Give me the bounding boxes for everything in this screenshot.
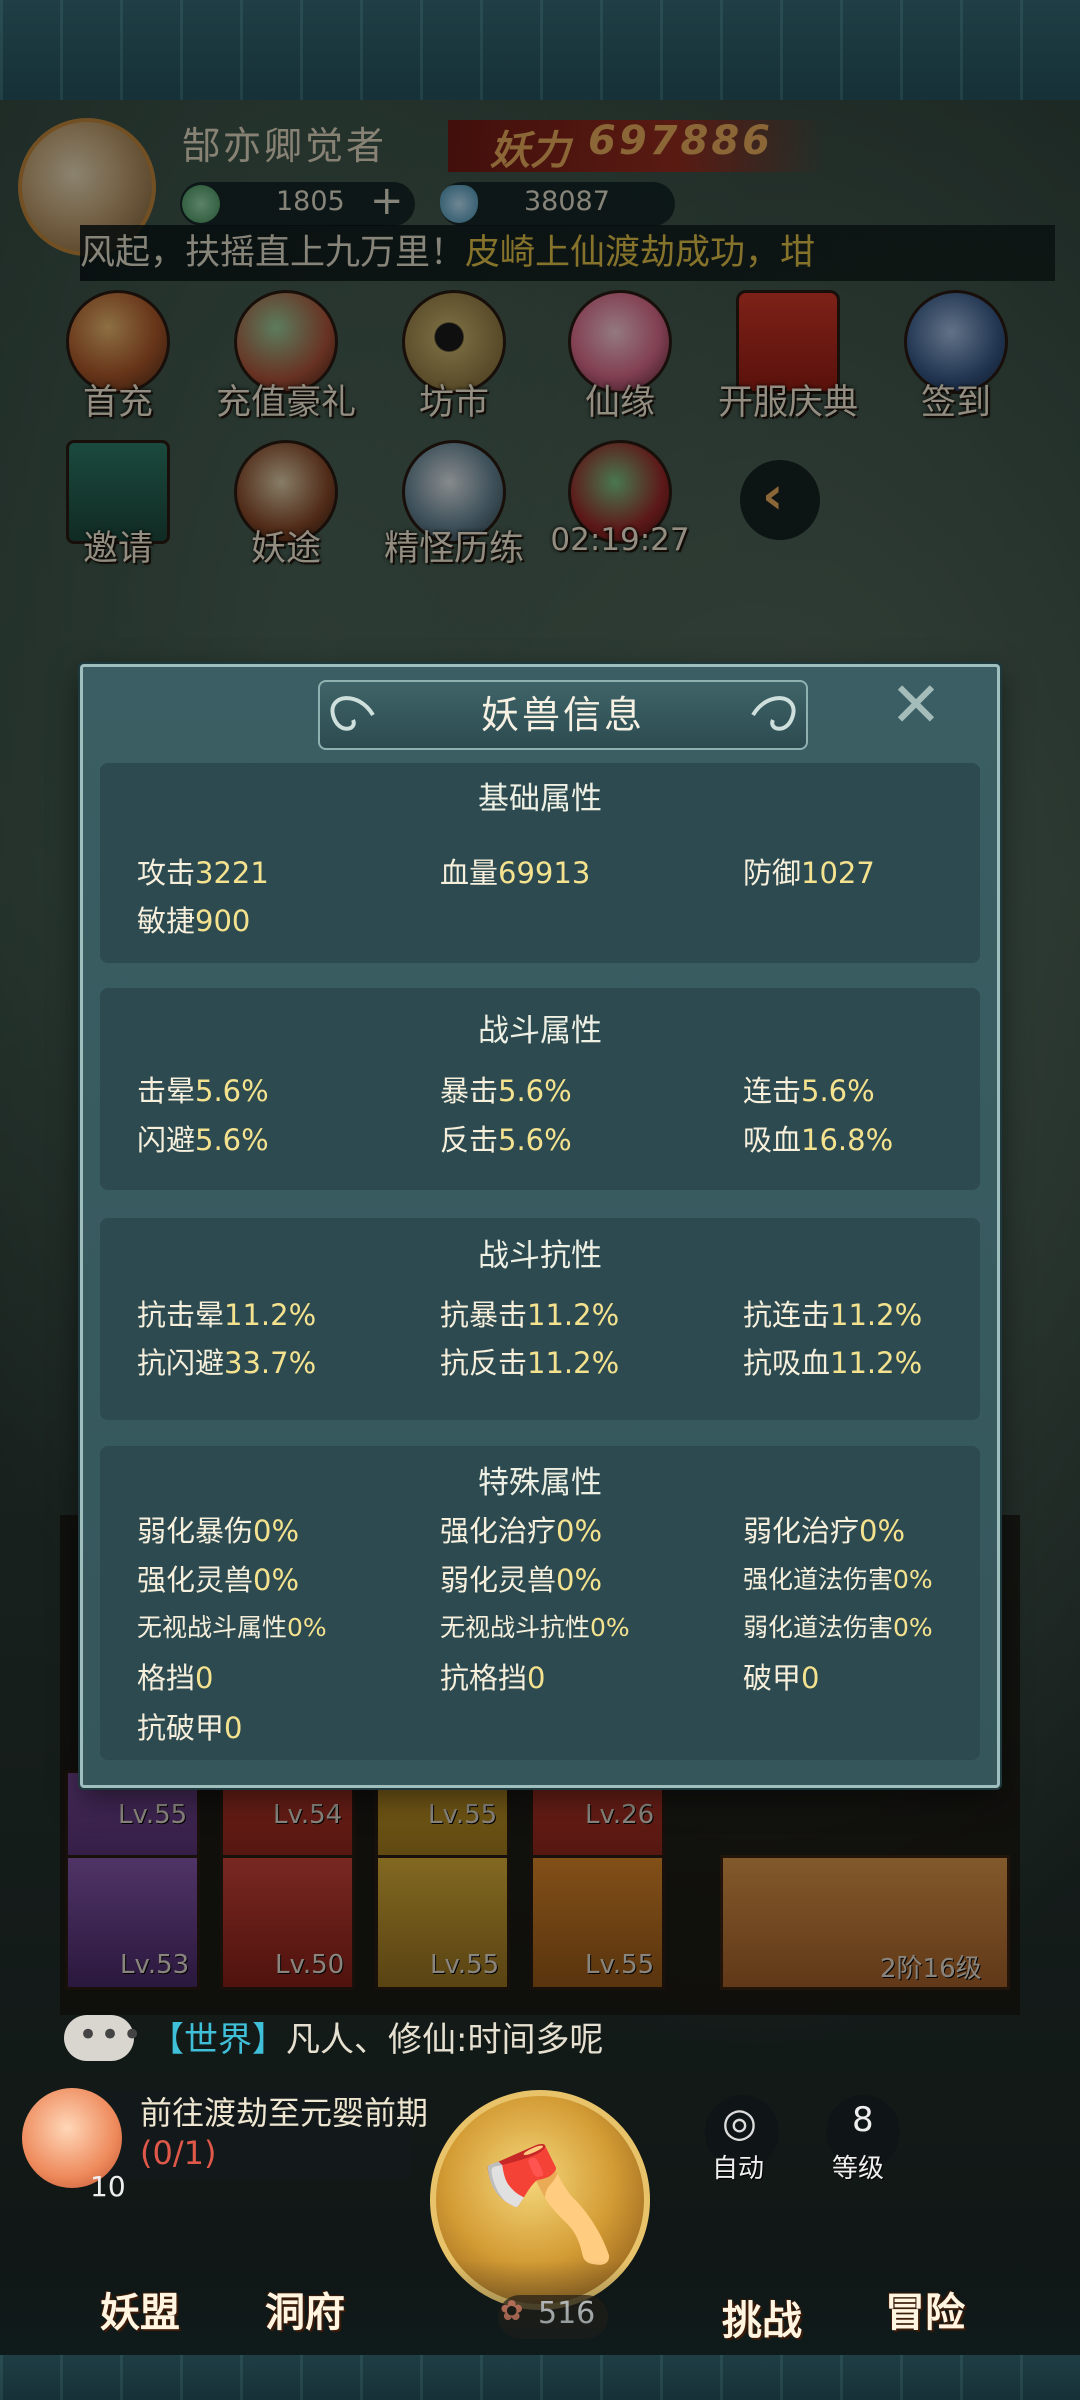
attr-combo: 连击5.6% xyxy=(743,1074,875,1108)
chat-line[interactable]: 【世界】凡人、修仙:时间多呢 xyxy=(150,2012,603,2061)
nav-challenge[interactable]: 挑战 xyxy=(722,2288,802,2346)
attr-armor-break: 破甲0 xyxy=(743,1661,820,1695)
level-label: 等级 xyxy=(832,2154,885,2184)
attr-dodge: 闪避5.6% xyxy=(137,1123,269,1157)
attr-anti-block: 抗格挡0 xyxy=(440,1661,546,1695)
quest-progress: (0/1) xyxy=(140,2134,217,2172)
attr-ignore-combat-attr: 无视战斗属性0% xyxy=(137,1613,327,1642)
peach-count: 10 xyxy=(90,2170,126,2203)
chat-button[interactable]: ••• xyxy=(64,2015,142,2061)
swirl-icon: ◎ xyxy=(722,2100,757,2146)
chat-dots-icon: ••• xyxy=(78,2015,145,2055)
attr-block: 格挡0 xyxy=(137,1661,214,1695)
attr-anti-crit: 抗暴击11.2% xyxy=(440,1298,620,1332)
top-decor-band xyxy=(0,0,1080,100)
section-title: 特殊属性 xyxy=(478,1465,602,1501)
attr-defense: 防御1027 xyxy=(743,856,875,890)
attr-weaken-crit-dmg: 弱化暴伤0% xyxy=(137,1514,300,1548)
dialog-title: 妖兽信息 xyxy=(480,693,645,737)
attr-hp: 血量69913 xyxy=(440,856,591,890)
attr-counter: 反击5.6% xyxy=(440,1123,572,1157)
attr-enhance-spirit-beast: 强化灵兽0% xyxy=(137,1563,300,1597)
attr-enhance-heal: 强化治疗0% xyxy=(440,1514,603,1548)
section-title: 战斗属性 xyxy=(478,1013,602,1049)
attr-weaken-dao-dmg: 弱化道法伤害0% xyxy=(743,1613,933,1642)
attr-stun: 击晕5.6% xyxy=(137,1074,269,1108)
attr-anti-combo: 抗连击11.2% xyxy=(743,1298,923,1332)
attr-ignore-combat-resist: 无视战斗抗性0% xyxy=(440,1613,630,1642)
auto-label: 自动 xyxy=(712,2154,765,2184)
close-icon[interactable]: ✕ xyxy=(890,668,942,741)
attr-weaken-spirit-beast: 弱化灵兽0% xyxy=(440,1563,603,1597)
attr-crit: 暴击5.6% xyxy=(440,1074,572,1108)
section-title: 战斗抗性 xyxy=(478,1238,602,1274)
attr-anti-armor-break: 抗破甲0 xyxy=(137,1711,243,1745)
attr-agility: 敏捷900 xyxy=(137,904,251,938)
chat-message: 凡人、修仙:时间多呢 xyxy=(286,2020,604,2060)
attr-weaken-heal: 弱化治疗0% xyxy=(743,1514,906,1548)
nav-alliance[interactable]: 妖盟 xyxy=(100,2280,180,2338)
level-value: 8 xyxy=(852,2100,874,2140)
bottom-decor-band xyxy=(0,2355,1080,2400)
quest-text: 前往渡劫至元婴前期(0/1) xyxy=(140,2093,440,2173)
quest-description: 前往渡劫至元婴前期 xyxy=(140,2094,429,2132)
section-title: 基础属性 xyxy=(478,781,602,817)
attr-anti-dodge: 抗闪避33.7% xyxy=(137,1346,317,1380)
nav-adventure[interactable]: 冒险 xyxy=(885,2280,965,2338)
attr-anti-counter: 抗反击11.2% xyxy=(440,1346,620,1380)
attr-anti-lifesteal: 抗吸血11.2% xyxy=(743,1346,923,1380)
attr-attack: 攻击3221 xyxy=(137,856,269,890)
axe-icon: 🪓 xyxy=(480,2140,617,2268)
chat-channel: 【世界】 xyxy=(150,2020,286,2060)
attr-enhance-dao-dmg: 强化道法伤害0% xyxy=(743,1565,933,1594)
nav-cave[interactable]: 洞府 xyxy=(265,2280,345,2338)
attr-lifesteal: 吸血16.8% xyxy=(743,1123,894,1157)
attr-anti-stun: 抗击晕11.2% xyxy=(137,1298,317,1332)
